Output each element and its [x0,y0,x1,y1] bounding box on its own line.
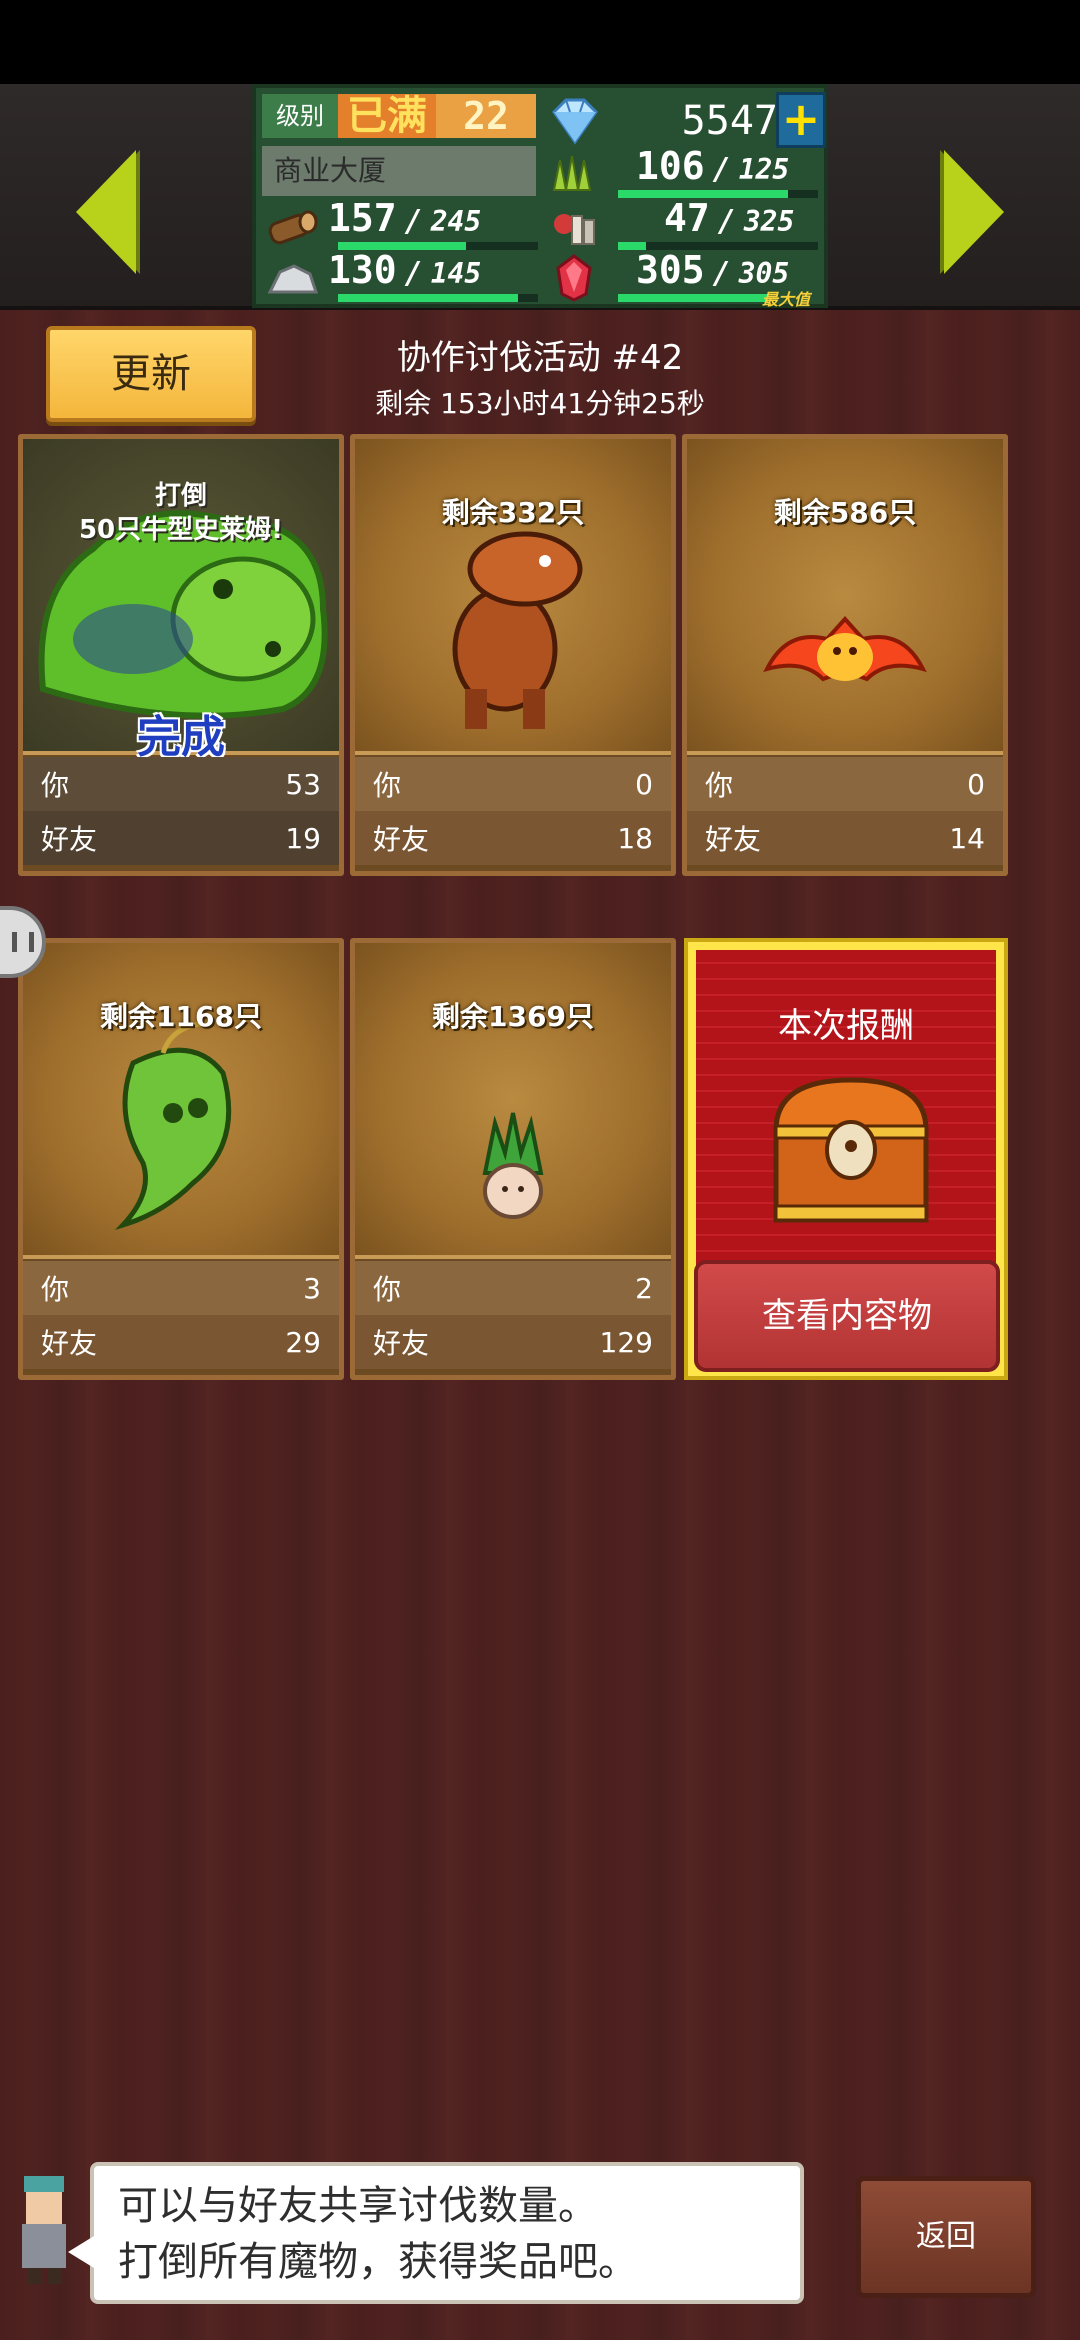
card-art: 剩余1369只 [355,943,671,1259]
wood-current: 157 [328,196,397,240]
stone-max: 145 [430,257,482,290]
you-count-row: 你0 [687,757,1003,811]
grass-current: 106 [636,144,705,188]
friend-count-row: 好友 29 [23,1315,339,1369]
bat-icon [763,616,927,682]
friend-count-row: 好友 19 [23,811,339,865]
monster-card-dragon[interactable]: 剩余332只 你0 好友 18 [350,434,676,876]
mandrake-icon [482,1112,544,1219]
monster-card-bat[interactable]: 剩余586只 你0 好友 14 [682,434,1008,876]
next-arrow-button[interactable] [944,150,1004,274]
reward-title: 本次报酬 [778,1006,914,1046]
defeat-objective: 打倒 50只牛型史莱姆! [78,481,284,545]
stats-panel: 级别 已满 22 商业大厦 5547 + 157/245 130/145 106… [252,84,828,309]
food-icon [546,202,602,250]
event-title: 协作讨伐活动 #42 [396,338,684,378]
you-count: 0 [967,767,985,801]
card-art: 剩余586只 [687,439,1003,755]
food-current: 47 [664,196,710,240]
stone-current: 130 [328,248,397,292]
stone-icon [264,254,320,302]
ruby-icon [546,254,602,302]
gem-count: 5547 [681,98,778,144]
remaining-count: 剩余1168只 [100,1000,262,1033]
you-count: 53 [285,767,321,801]
food-max: 325 [743,205,795,238]
ruby-current: 305 [636,248,705,292]
view-contents-button[interactable]: 查看内容物 [694,1260,1000,1372]
log-icon [264,202,320,250]
card-art: 打倒 50只牛型史莱姆! 完成 [23,439,339,763]
leaf-ghost-icon [114,1020,232,1231]
return-button[interactable]: 返回 [856,2176,1036,2298]
you-count: 0 [635,767,653,801]
level-max-badge: 已满 [338,94,436,138]
hint-line-1: 可以与好友共享讨伐数量。 [118,2183,598,2229]
add-gems-button[interactable]: + [776,92,826,148]
dragon-icon [452,531,583,729]
remaining-count: 剩余1369只 [432,1000,594,1033]
level-value: 22 [436,94,536,138]
card-art: 剩余332只 [355,439,671,755]
ruby-bar [618,294,768,302]
level-label: 级别 [262,94,338,138]
grass-max: 125 [738,153,790,186]
friend-count-row: 好友 18 [355,811,671,865]
you-count-row: 你3 [23,1261,339,1315]
remaining-count: 剩余332只 [441,496,585,529]
complete-label: 完成 [137,712,225,763]
gem-icon [544,94,606,154]
you-count-row: 你2 [355,1261,671,1315]
treasure-chest-icon [773,1077,929,1223]
hint-line-2: 打倒所有魔物，获得奖品吧。 [118,2239,638,2285]
advisor-avatar [4,2166,84,2286]
monster-card-slime[interactable]: 打倒 50只牛型史莱姆! 完成 你 53 好友 19 [18,434,344,876]
status-bar [0,0,1080,84]
friend-count: 19 [285,821,321,855]
friend-count-row: 好友 14 [687,811,1003,865]
prev-arrow-button[interactable] [76,150,136,274]
friend-count: 129 [599,1325,653,1359]
remaining-count: 剩余586只 [773,496,917,529]
refresh-button[interactable]: 更新 [46,326,256,422]
reward-card: 本次报酬 查看内容物 [684,938,1008,1380]
stone-bar [338,294,518,302]
friend-count-row: 好友 129 [355,1315,671,1369]
you-count: 2 [635,1271,653,1305]
friend-count: 18 [617,821,653,855]
wood-max: 245 [430,205,482,238]
you-count-row: 你 53 [23,757,339,811]
ruby-max-tag: 最大值 [762,290,811,309]
card-art: 剩余1168只 [23,943,339,1259]
monster-card-leaf-ghost[interactable]: 剩余1168只 你3 好友 29 [18,938,344,1380]
building-name: 商业大厦 [262,146,536,196]
friend-count: 14 [949,821,985,855]
hint-dialog: 可以与好友共享讨伐数量。 打倒所有魔物，获得奖品吧。 [68,2162,804,2304]
you-count: 3 [303,1271,321,1305]
event-time-remaining: 剩余 153小时41分钟25秒 [375,387,705,420]
friend-count: 29 [285,1325,321,1359]
grass-icon [546,150,602,198]
monster-card-mandrake[interactable]: 剩余1369只 你2 好友 129 [350,938,676,1380]
you-count-row: 你0 [355,757,671,811]
